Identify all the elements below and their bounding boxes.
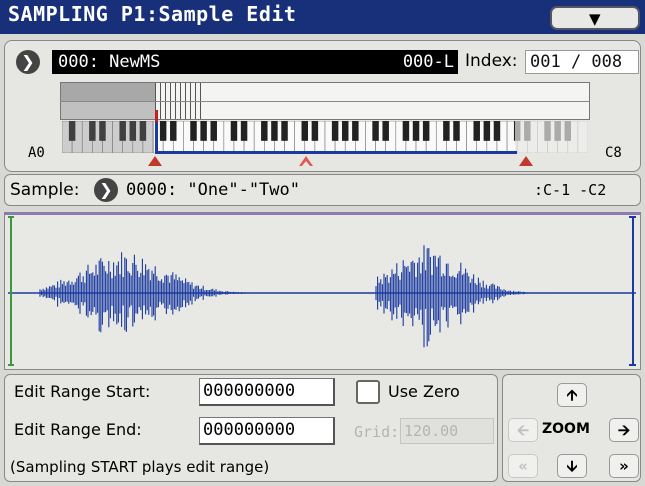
top-key-marker-icon[interactable] xyxy=(519,156,533,166)
waveform-display[interactable] xyxy=(8,215,636,367)
black-key xyxy=(271,121,278,141)
black-key xyxy=(311,121,319,141)
scroll-left-button: « xyxy=(508,454,538,478)
multisample-name: 000: NewMS xyxy=(58,52,161,72)
arrow-right-icon: 🡪 xyxy=(617,421,631,439)
zone-divider xyxy=(60,101,590,102)
black-key xyxy=(352,121,359,141)
black-key xyxy=(301,121,309,141)
black-key xyxy=(190,121,197,141)
arrow-left-icon: 🡨 xyxy=(516,421,530,439)
keyboard-range-bar xyxy=(155,151,517,154)
black-key xyxy=(281,121,288,141)
low-key-label: A0 xyxy=(28,145,45,161)
multisample-suffix: 000-L xyxy=(402,52,454,72)
use-zero-label: Use Zero xyxy=(388,382,460,401)
keyboard-range-start-line xyxy=(155,121,158,153)
edit-range-end-field[interactable]: 000000000 xyxy=(199,417,335,445)
black-key xyxy=(402,121,410,141)
grid-field: 120.00 xyxy=(400,418,494,444)
arrow-down-icon: 🡫 xyxy=(566,457,578,475)
black-key xyxy=(412,121,420,141)
black-key xyxy=(493,121,501,141)
chevron-right-icon: ❯ xyxy=(99,180,113,199)
zoom-out-vertical-button[interactable]: 🡫 xyxy=(557,454,587,478)
black-key xyxy=(240,121,248,141)
zoom-in-horizontal-button[interactable]: 🡪 xyxy=(609,418,639,442)
sample-select-button[interactable]: ❯ xyxy=(94,178,118,202)
high-key-label: C8 xyxy=(605,145,622,161)
edit-range-end-label: Edit Range End: xyxy=(14,420,142,439)
sample-name[interactable]: 0000: "One"-"Two" xyxy=(126,180,300,200)
keyboard-left-shade xyxy=(62,121,154,153)
chevron-right-icon: ❯ xyxy=(21,52,35,71)
zoom-label: ZOOM xyxy=(542,421,590,437)
zone-lower-shade xyxy=(61,102,155,119)
sample-edit-screen: SAMPLING P1:Sample Edit ▼ ❯ 000: NewMS 0… xyxy=(0,0,645,486)
keyboard-split-marker xyxy=(155,110,158,122)
index-label: Index: xyxy=(465,51,518,71)
black-key xyxy=(200,121,207,141)
black-key xyxy=(230,121,238,141)
waveform-burst-two xyxy=(375,245,556,348)
black-key xyxy=(159,121,167,141)
black-key xyxy=(341,121,349,141)
arrow-up-icon: 🡩 xyxy=(566,386,578,404)
black-key xyxy=(210,121,217,141)
page-menu-button[interactable]: ▼ xyxy=(550,6,640,30)
black-key xyxy=(453,121,460,141)
original-key-marker-inner xyxy=(302,161,310,166)
multisample-name-field[interactable]: 000: NewMS 000-L xyxy=(52,50,458,74)
double-chevron-right-icon: » xyxy=(619,457,629,475)
use-zero-checkbox[interactable] xyxy=(356,380,380,404)
grid-label: Grid: xyxy=(354,423,400,441)
sample-label: Sample: xyxy=(10,180,80,200)
index-field[interactable]: 001 / 008 xyxy=(525,50,639,74)
edit-range-start-label: Edit Range Start: xyxy=(14,382,151,401)
double-chevron-left-icon: « xyxy=(518,457,528,475)
black-key xyxy=(382,121,389,141)
multisample-select-button[interactable]: ❯ xyxy=(16,50,40,74)
sample-key-range: :C-1 -C2 xyxy=(534,181,607,199)
black-key xyxy=(443,121,450,141)
bottom-key-marker-icon[interactable] xyxy=(148,156,162,166)
black-key xyxy=(372,121,379,141)
zoom-out-horizontal-button: 🡨 xyxy=(508,418,538,442)
edit-range-start-field[interactable]: 000000000 xyxy=(199,378,335,406)
black-key xyxy=(422,121,430,141)
edit-range-note: (Sampling START plays edit range) xyxy=(10,458,270,476)
black-key xyxy=(483,121,491,141)
chevron-down-icon: ▼ xyxy=(589,10,601,28)
black-key xyxy=(261,121,268,141)
keyboard-right-fade xyxy=(515,121,588,153)
page-title: SAMPLING P1:Sample Edit xyxy=(8,2,297,26)
zoom-in-vertical-button[interactable]: 🡩 xyxy=(557,383,587,407)
black-key xyxy=(331,121,339,141)
zone-upper-shade xyxy=(61,83,155,102)
black-key xyxy=(170,121,177,141)
scroll-right-button[interactable]: » xyxy=(609,454,639,478)
black-key xyxy=(473,121,480,141)
